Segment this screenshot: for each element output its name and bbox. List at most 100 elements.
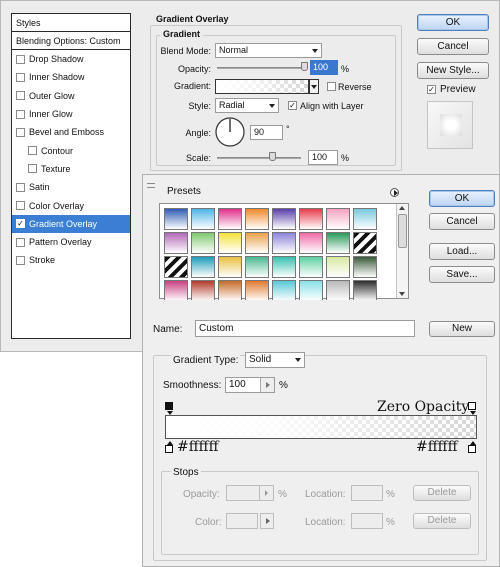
stop-color-swatch[interactable] (226, 513, 258, 529)
preset-swatch[interactable] (218, 280, 242, 300)
preset-swatch[interactable] (245, 280, 269, 300)
effect-checkbox[interactable] (16, 237, 25, 247)
angle-input[interactable]: 90 (250, 125, 283, 140)
effect-checkbox[interactable] (16, 127, 25, 137)
effect-item[interactable]: Stroke (12, 251, 130, 269)
gradient-type-select[interactable]: Solid (245, 352, 305, 368)
name-input[interactable]: Custom (195, 320, 415, 337)
preset-swatch[interactable] (191, 232, 215, 254)
preset-swatch[interactable] (326, 256, 350, 278)
effect-checkbox[interactable] (16, 54, 25, 64)
preset-swatch[interactable] (299, 208, 323, 230)
blending-options-item[interactable]: Blending Options: Custom (12, 32, 130, 50)
effect-item[interactable]: Inner Shadow (12, 68, 130, 86)
stop-opacity-stepper[interactable] (259, 486, 273, 500)
effect-item[interactable]: Color Overlay (12, 196, 130, 214)
preset-swatch[interactable] (164, 232, 188, 254)
new-style-button[interactable]: New Style... (417, 62, 489, 79)
preset-swatch[interactable] (299, 256, 323, 278)
preset-swatch[interactable] (299, 280, 323, 300)
opacity-stop-left[interactable] (165, 402, 173, 410)
effect-checkbox[interactable] (16, 255, 25, 265)
effect-item[interactable]: Inner Glow (12, 105, 130, 123)
effect-item[interactable]: Satin (12, 178, 130, 196)
gradient-bar[interactable] (165, 415, 477, 439)
styles-header[interactable]: Styles (12, 14, 130, 32)
effect-item[interactable]: Contour (12, 141, 130, 159)
preset-swatch[interactable] (272, 256, 296, 278)
preset-swatch[interactable] (164, 208, 188, 230)
preset-swatch[interactable] (191, 256, 215, 278)
preset-swatch[interactable] (218, 256, 242, 278)
effect-item[interactable]: Texture (12, 160, 130, 178)
load-button[interactable]: Load... (429, 243, 495, 260)
gradient-preview[interactable] (215, 79, 309, 94)
preset-swatch[interactable] (353, 280, 377, 300)
effect-checkbox[interactable] (16, 109, 25, 119)
color-stop-right[interactable] (468, 445, 476, 453)
effect-item[interactable]: Outer Glow (12, 87, 130, 105)
preset-swatch[interactable] (326, 208, 350, 230)
delete-opacity-stop-button[interactable]: Delete (413, 485, 471, 501)
angle-dial[interactable] (214, 116, 246, 148)
effect-item[interactable]: Pattern Overlay (12, 233, 130, 251)
opacity-slider[interactable] (217, 67, 305, 69)
preset-swatch[interactable] (218, 208, 242, 230)
stop-opacity-input[interactable] (226, 485, 274, 501)
opacity-slider-thumb[interactable] (301, 62, 308, 71)
style-select[interactable]: Radial (215, 98, 279, 113)
opacity-input[interactable]: 100 (310, 60, 338, 75)
scale-input[interactable]: 100 (308, 150, 338, 165)
preset-swatch[interactable] (245, 232, 269, 254)
preset-swatch[interactable] (326, 280, 350, 300)
preset-swatch[interactable] (218, 232, 242, 254)
effect-checkbox[interactable] (16, 201, 25, 211)
gradient-dropdown-button[interactable] (309, 79, 319, 94)
preset-swatch[interactable] (353, 256, 377, 278)
preset-swatch[interactable] (245, 208, 269, 230)
stop-location-input[interactable] (351, 485, 383, 501)
editor-ok-button[interactable]: OK (429, 190, 495, 207)
preview-checkbox[interactable]: ✓ (427, 85, 436, 94)
preset-swatch[interactable] (272, 280, 296, 300)
preset-swatch[interactable] (191, 280, 215, 300)
effect-checkbox[interactable] (16, 91, 25, 101)
preset-swatch[interactable] (272, 232, 296, 254)
preset-swatch[interactable] (353, 232, 377, 254)
preset-swatch[interactable] (164, 256, 188, 278)
effect-checkbox[interactable] (16, 72, 25, 82)
preset-swatch[interactable] (191, 208, 215, 230)
blend-mode-select[interactable]: Normal (215, 43, 322, 58)
smoothness-stepper[interactable] (260, 378, 274, 392)
editor-cancel-button[interactable]: Cancel (429, 213, 495, 230)
preset-swatch[interactable] (245, 256, 269, 278)
color-stop-left[interactable] (165, 445, 173, 453)
effect-checkbox[interactable] (16, 182, 25, 192)
effect-checkbox[interactable] (28, 164, 37, 174)
cancel-button[interactable]: Cancel (417, 38, 489, 55)
preset-swatch[interactable] (353, 208, 377, 230)
effect-item[interactable]: ✓ Gradient Overlay (12, 214, 130, 233)
effect-checkbox[interactable] (28, 146, 37, 156)
stop-color-location-input[interactable] (351, 513, 383, 529)
opacity-stop-right[interactable] (468, 402, 476, 410)
scale-slider-thumb[interactable] (269, 152, 276, 161)
presets-scrollbar[interactable] (396, 204, 408, 298)
smoothness-input[interactable]: 100 (225, 377, 275, 393)
preset-swatch[interactable] (164, 280, 188, 300)
preset-swatch[interactable] (326, 232, 350, 254)
preset-swatch[interactable] (272, 208, 296, 230)
ok-button[interactable]: OK (417, 14, 489, 31)
preset-swatch[interactable] (299, 232, 323, 254)
reverse-checkbox[interactable] (327, 82, 336, 91)
effect-item[interactable]: Drop Shadow (12, 50, 130, 68)
new-button[interactable]: New (429, 321, 495, 337)
scale-slider[interactable] (217, 157, 301, 159)
stop-color-menu[interactable] (260, 513, 274, 529)
effect-item[interactable]: Bevel and Emboss (12, 123, 130, 141)
effect-checkbox[interactable]: ✓ (16, 219, 25, 229)
align-with-layer-checkbox[interactable]: ✓ (288, 101, 297, 110)
save-button[interactable]: Save... (429, 266, 495, 283)
presets-menu-icon[interactable] (390, 188, 399, 197)
delete-color-stop-button[interactable]: Delete (413, 513, 471, 529)
